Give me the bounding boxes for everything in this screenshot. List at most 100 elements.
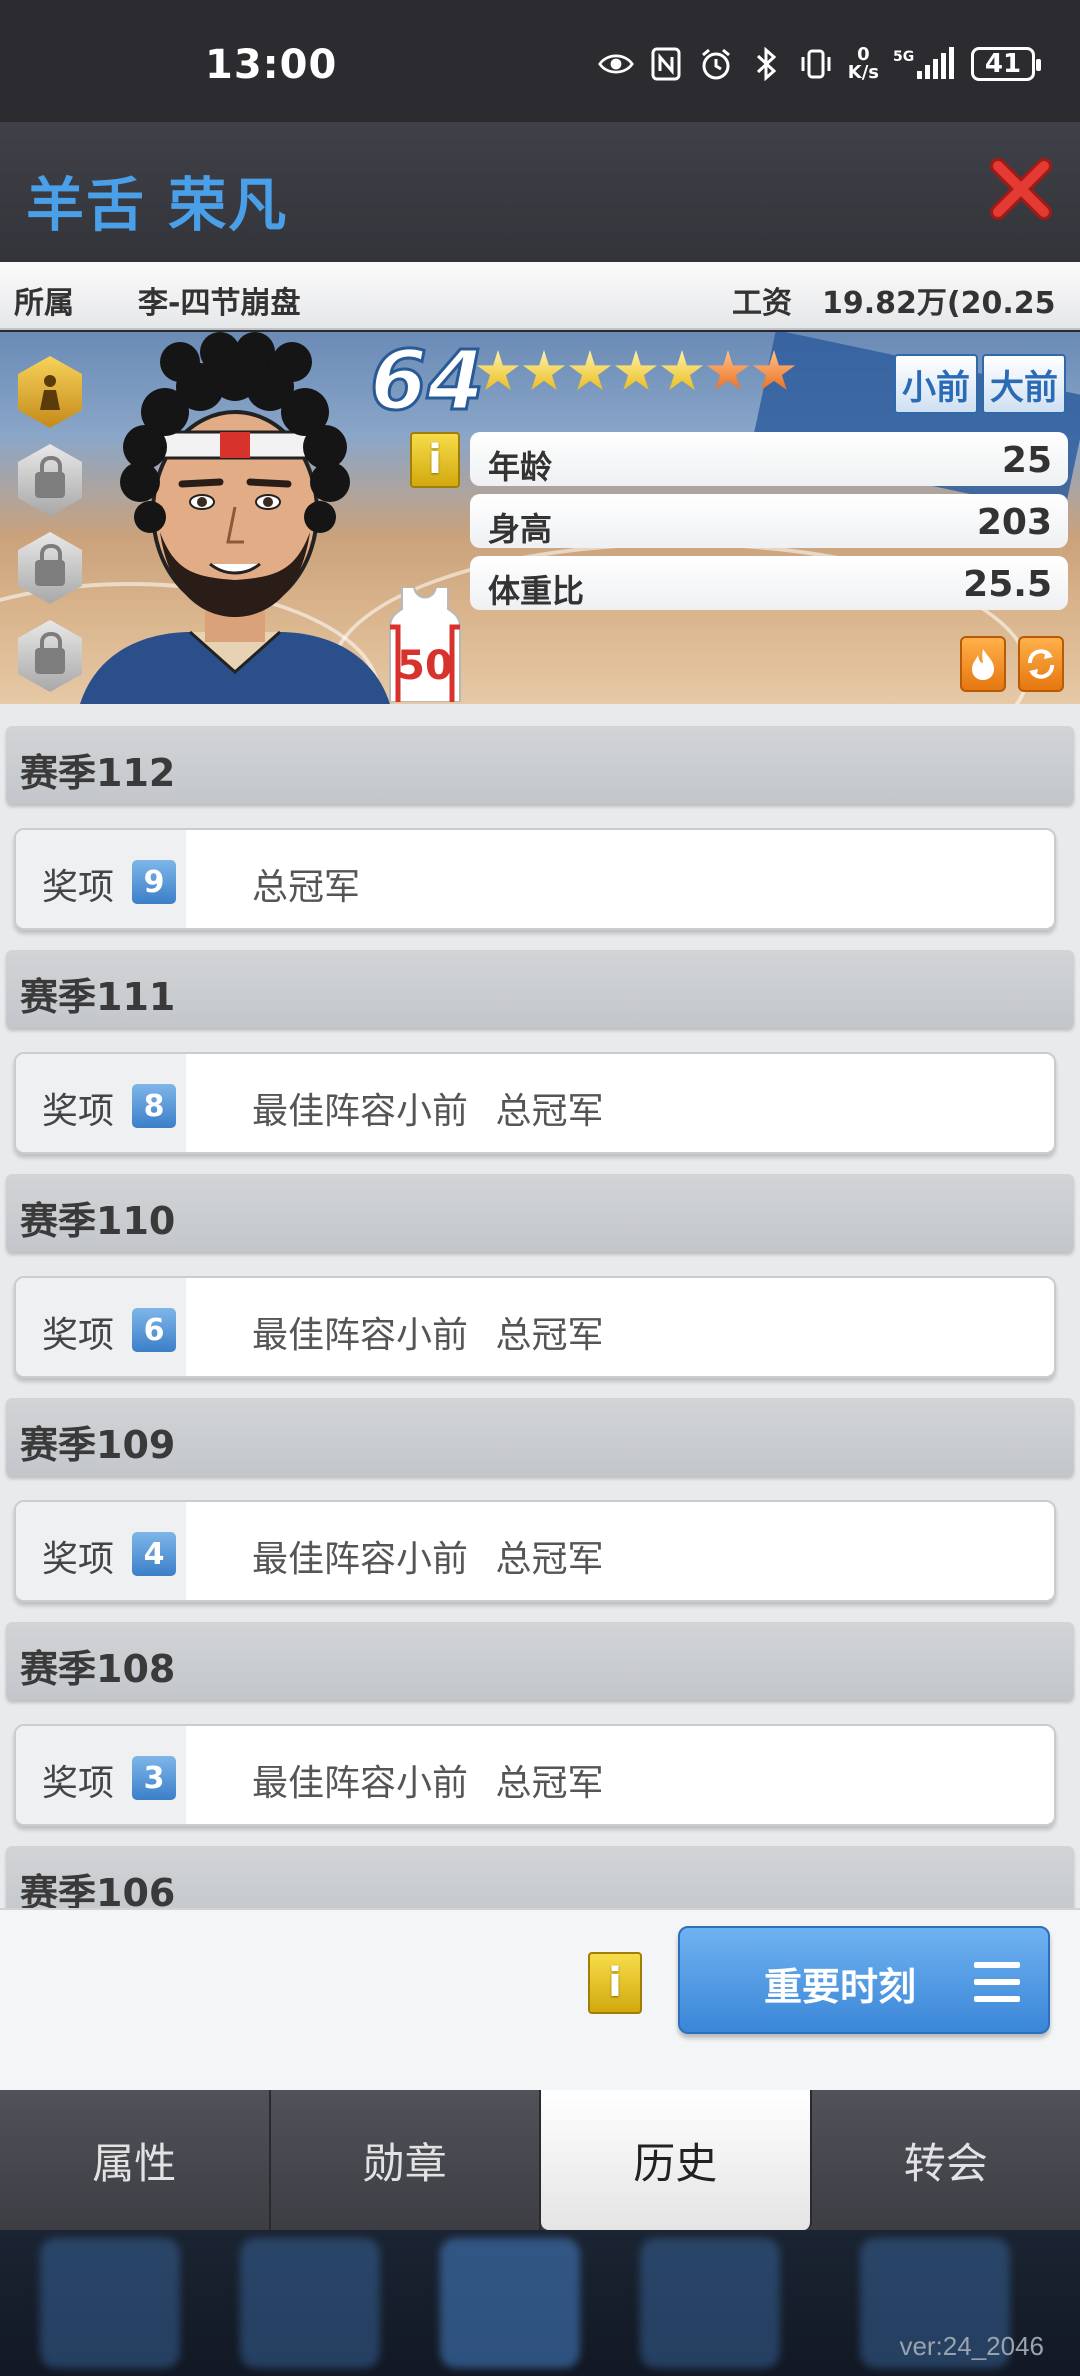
info-button[interactable]: i (410, 432, 460, 488)
season-title: 赛季109 (20, 1423, 176, 1467)
position-tag: 大前 (982, 354, 1066, 414)
alarm-icon (698, 46, 734, 82)
stat-value: 25.5 (963, 564, 1052, 605)
jersey-icon: 50 (388, 586, 462, 703)
season-header: 赛季106 (6, 1846, 1074, 1908)
award-count-badge: 6 (132, 1308, 176, 1352)
team-value: 李-四节崩盘 (138, 286, 301, 321)
lock-icon (35, 456, 65, 498)
star-rating (476, 350, 796, 394)
jersey-number: 50 (397, 643, 453, 689)
team-salary-row: 所属 李-四节崩盘 工资 19.82万(20.25万) (0, 262, 1080, 365)
team-label: 所属 (14, 286, 74, 321)
award-count-badge: 4 (132, 1532, 176, 1576)
close-icon (990, 158, 1052, 220)
battery-indicator: 41 (971, 47, 1041, 81)
blurred-nav-icon (440, 2238, 580, 2368)
stat-label: 年龄 (488, 448, 553, 486)
stat-row-weight-ratio: 体重比 25.5 (470, 556, 1068, 610)
star-icon (752, 350, 796, 391)
award-names: 最佳阵容小前 总冠军 (252, 1315, 604, 1356)
season-title: 赛季112 (20, 751, 176, 795)
bluetooth-icon (748, 46, 784, 82)
season-header: 赛季109 (6, 1398, 1074, 1476)
version-label: ver:24_2046 (899, 2331, 1044, 2361)
title-bar: 羊舌 荣凡 (0, 122, 1080, 262)
award-row[interactable]: 奖项 9 总冠军 (14, 828, 1056, 930)
award-row[interactable]: 奖项 3 最佳阵容小前 总冠军 (14, 1724, 1056, 1826)
blurred-nav-icon (40, 2238, 180, 2368)
blurred-nav-icon (640, 2238, 780, 2368)
lock-icon (35, 632, 65, 674)
star-icon (706, 350, 750, 391)
net-speed-unit: K/s (847, 62, 879, 83)
stat-value: 203 (976, 502, 1052, 543)
status-icons: 0 K/s 5G 41 (597, 46, 1041, 82)
player-name: 羊舌 荣凡 (26, 171, 289, 239)
award-names: 最佳阵容小前 总冠军 (252, 1091, 604, 1132)
award-label: 奖项 (42, 1315, 115, 1356)
star-icon (476, 350, 520, 391)
nfc-icon (648, 46, 684, 82)
award-count-badge: 3 (132, 1756, 176, 1800)
player-card: 50 64 小前 大前 i 年龄 25 身高 203 体重比 25.5 (0, 332, 1080, 704)
fire-button[interactable] (960, 636, 1006, 692)
season-title: 赛季108 (20, 1647, 176, 1691)
status-bar: 13:00 0 K/s 5G 41 (0, 0, 1080, 122)
star-icon (522, 350, 566, 391)
player-avatar (80, 332, 390, 704)
award-count-badge: 9 (132, 860, 176, 904)
star-icon (568, 350, 612, 391)
tab-attributes[interactable]: 属性 (0, 2090, 271, 2230)
menu-icon (974, 1962, 1020, 2002)
lock-icon (35, 544, 65, 586)
tab-medals[interactable]: 勋章 (270, 2090, 541, 2230)
moments-label: 重要时刻 (764, 1965, 917, 2009)
stat-value: 25 (1001, 440, 1052, 481)
stat-label: 身高 (488, 510, 553, 548)
position-tag: 小前 (894, 354, 978, 414)
player-silhouette-icon (40, 375, 60, 410)
season-header: 赛季112 (6, 726, 1074, 804)
star-icon (660, 350, 704, 391)
season-header: 赛季108 (6, 1622, 1074, 1700)
star-icon (614, 350, 658, 391)
signal-label: 5G (893, 49, 914, 65)
flame-icon (972, 649, 994, 680)
season-title: 赛季106 (20, 1871, 176, 1908)
award-label: 奖项 (42, 1539, 115, 1580)
background-nav: ver:24_2046 (0, 2230, 1080, 2376)
tab-transfer[interactable]: 转会 (811, 2090, 1080, 2230)
award-label: 奖项 (42, 1091, 115, 1132)
clock: 13:00 (205, 42, 338, 88)
stat-row-age: 年龄 25 (470, 432, 1068, 486)
network-speed: 0 K/s (848, 46, 879, 82)
award-names: 最佳阵容小前 总冠军 (252, 1763, 604, 1804)
season-title: 赛季110 (20, 1199, 176, 1243)
history-list[interactable]: 赛季112 奖项 9 总冠军 赛季111 奖项 8 最佳阵容小前 总冠军 赛季1… (0, 704, 1080, 1908)
award-names: 总冠军 (252, 867, 361, 908)
award-row[interactable]: 奖项 4 最佳阵容小前 总冠军 (14, 1500, 1056, 1602)
season-header: 赛季111 (6, 950, 1074, 1028)
stat-row-height: 身高 203 (470, 494, 1068, 548)
tab-history[interactable]: 历史 (541, 2090, 812, 2230)
vibrate-icon (798, 46, 834, 82)
tab-bar: 属性 勋章 历史 转会 (0, 2090, 1080, 2230)
award-label: 奖项 (42, 867, 115, 908)
eye-icon (597, 46, 634, 82)
award-label: 奖项 (42, 1763, 115, 1804)
season-header: 赛季110 (6, 1174, 1074, 1252)
salary-label: 工资 (732, 286, 792, 321)
footer-panel: i 重要时刻 (0, 1908, 1080, 2090)
swap-button[interactable] (1018, 636, 1064, 692)
stat-label: 体重比 (488, 572, 585, 610)
refresh-icon (1028, 649, 1054, 679)
important-moments-button[interactable]: 重要时刻 (678, 1926, 1050, 2034)
award-row[interactable]: 奖项 6 最佳阵容小前 总冠军 (14, 1276, 1056, 1378)
award-row[interactable]: 奖项 8 最佳阵容小前 总冠军 (14, 1052, 1056, 1154)
info-button[interactable]: i (588, 1952, 642, 2014)
award-count-badge: 8 (132, 1084, 176, 1128)
close-button[interactable] (986, 154, 1056, 224)
season-title: 赛季111 (20, 975, 176, 1019)
award-names: 最佳阵容小前 总冠军 (252, 1539, 604, 1580)
